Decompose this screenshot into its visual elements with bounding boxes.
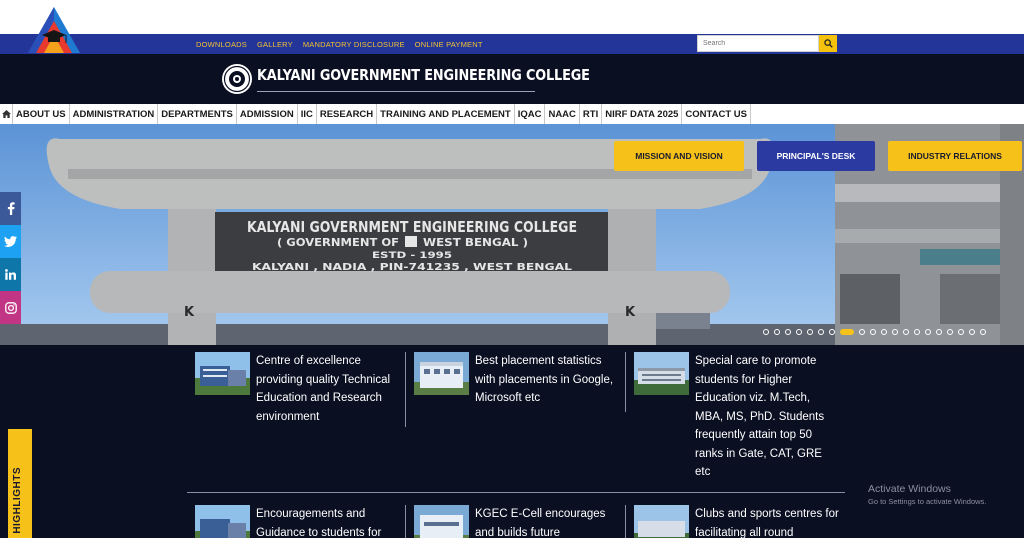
slider-dot[interactable]	[796, 329, 802, 335]
principals-desk-button[interactable]: PRINCIPAL'S DESK	[757, 141, 875, 171]
title-underline	[257, 91, 535, 92]
gate-board-line4: KALYANI , NADIA , PIN-741235 , WEST BENG…	[252, 262, 573, 273]
nav-administration[interactable]: ADMINISTRATION	[68, 104, 158, 124]
slider-dot[interactable]	[774, 329, 780, 335]
feature-item[interactable]: Centre of excellence providing quality T…	[195, 352, 401, 426]
gallery-link[interactable]: GALLERY	[257, 40, 293, 49]
feature-thumbnail	[634, 505, 689, 538]
feature-item[interactable]: Clubs and sports centres for facilitatin…	[634, 505, 840, 538]
highlights-section: Centre of excellence providing quality T…	[0, 345, 1024, 538]
gate-board-line2a: ( GOVERNMENT OF	[277, 237, 399, 249]
nav-research[interactable]: RESEARCH	[315, 104, 376, 124]
main-nav: ABOUT US ADMINISTRATION DEPARTMENTS ADMI…	[0, 104, 1024, 124]
search-input[interactable]	[697, 35, 819, 52]
column-divider	[405, 505, 406, 538]
feature-text: Clubs and sports centres for facilitatin…	[695, 508, 839, 538]
twitter-icon[interactable]	[0, 225, 21, 258]
hero-slider: K K KALYANI GOVERNMENT ENGINEERING COLLE…	[0, 124, 1024, 345]
slider-dot[interactable]	[925, 329, 931, 335]
slider-dot[interactable]	[829, 329, 835, 335]
college-name[interactable]: KALYANI GOVERNMENT ENGINEERING COLLEGE	[257, 66, 590, 84]
feature-text: Encouragements and Guidance to students …	[256, 508, 382, 538]
slider-dot[interactable]	[969, 329, 975, 335]
online-payment-link[interactable]: ONLINE PAYMENT	[415, 40, 483, 49]
instagram-icon[interactable]	[0, 291, 21, 324]
nav-naac[interactable]: NAAC	[544, 104, 578, 124]
feature-thumbnail	[195, 352, 250, 395]
slider-dot[interactable]	[980, 329, 986, 335]
slider-dot[interactable]	[958, 329, 964, 335]
slider-dot[interactable]	[859, 329, 865, 335]
highlights-tab[interactable]: HIGHLIGHTS	[8, 429, 32, 538]
utility-links: DOWNLOADS GALLERY MANDATORY DISCLOSURE O…	[196, 34, 483, 54]
slider-dot[interactable]	[914, 329, 920, 335]
search-button[interactable]	[819, 35, 837, 52]
nav-home[interactable]	[0, 104, 12, 124]
feature-thumbnail	[195, 505, 250, 538]
feature-item[interactable]: Encouragements and Guidance to students …	[195, 505, 396, 538]
slider-dot[interactable]	[818, 329, 824, 335]
watermark-subtitle: Go to Settings to activate Windows.	[868, 497, 987, 506]
nav-training-placement[interactable]: TRAINING AND PLACEMENT	[376, 104, 514, 124]
home-icon	[1, 110, 11, 118]
nav-iic[interactable]: IIC	[296, 104, 316, 124]
college-banner: KALYANI GOVERNMENT ENGINEERING COLLEGE	[0, 54, 1024, 104]
search-box	[697, 35, 837, 52]
site-logo-icon[interactable]	[24, 5, 84, 55]
downloads-link[interactable]: DOWNLOADS	[196, 40, 247, 49]
facebook-icon[interactable]	[0, 192, 21, 225]
slider-dot[interactable]	[947, 329, 953, 335]
nav-iqac[interactable]: IQAC	[513, 104, 545, 124]
nav-rti[interactable]: RTI	[578, 104, 601, 124]
gate-board-line3: ESTD - 1995	[372, 251, 452, 261]
gate-board-line2b: WEST BENGAL )	[423, 237, 528, 249]
slider-dot[interactable]	[807, 329, 813, 335]
highlights-label: HIGHLIGHTS	[12, 467, 23, 534]
industry-relations-button[interactable]: INDUSTRY RELATIONS	[888, 141, 1022, 171]
linkedin-icon[interactable]	[0, 258, 21, 291]
slider-dots	[763, 329, 986, 335]
nav-admission[interactable]: ADMISSION	[235, 104, 297, 124]
slider-dot[interactable]	[881, 329, 887, 335]
utility-bar: DOWNLOADS GALLERY MANDATORY DISCLOSURE O…	[0, 34, 1024, 54]
slider-dot[interactable]	[903, 329, 909, 335]
top-strip	[0, 0, 1024, 34]
college-crest-icon[interactable]	[221, 63, 253, 95]
slider-dot[interactable]	[936, 329, 942, 335]
feature-item[interactable]: KGEC E-Cell encourages and builds future	[414, 505, 620, 538]
activate-windows-watermark: Activate Windows Go to Settings to activ…	[868, 483, 986, 506]
feature-text: KGEC E-Cell encourages and builds future	[475, 508, 606, 538]
feature-text: Special care to promote students for Hig…	[695, 355, 825, 478]
slider-dot-active[interactable]	[840, 329, 854, 335]
nav-nirf-data[interactable]: NIRF DATA 2025	[601, 104, 681, 124]
feature-text: Best placement statistics with placement…	[475, 355, 614, 404]
column-divider	[625, 505, 626, 538]
feature-thumbnail	[634, 352, 689, 395]
nav-contact-us[interactable]: CONTACT US	[681, 104, 751, 124]
search-icon	[823, 39, 833, 48]
nav-departments[interactable]: DEPARTMENTS	[157, 104, 236, 124]
svg-text:K: K	[625, 305, 636, 320]
feature-thumbnail	[414, 352, 469, 395]
watermark-title: Activate Windows	[868, 483, 951, 495]
slider-dot[interactable]	[763, 329, 769, 335]
slider-dot[interactable]	[870, 329, 876, 335]
row-divider	[187, 492, 845, 493]
column-divider	[405, 352, 406, 427]
mandatory-disclosure-link[interactable]: MANDATORY DISCLOSURE	[303, 40, 405, 49]
feature-text: Centre of excellence providing quality T…	[256, 355, 391, 423]
slider-dot[interactable]	[785, 329, 791, 335]
nav-about-us[interactable]: ABOUT US	[12, 104, 69, 124]
feature-item[interactable]: Best placement statistics with placement…	[414, 352, 620, 408]
mission-vision-button[interactable]: MISSION AND VISION	[614, 141, 744, 171]
slider-dot[interactable]	[892, 329, 898, 335]
feature-item[interactable]: Special care to promote students for Hig…	[634, 352, 840, 482]
column-divider	[625, 352, 626, 412]
svg-text:K: K	[184, 305, 195, 320]
feature-thumbnail	[414, 505, 469, 538]
gate-board-line1: KALYANI GOVERNMENT ENGINEERING COLLEGE	[247, 218, 577, 236]
